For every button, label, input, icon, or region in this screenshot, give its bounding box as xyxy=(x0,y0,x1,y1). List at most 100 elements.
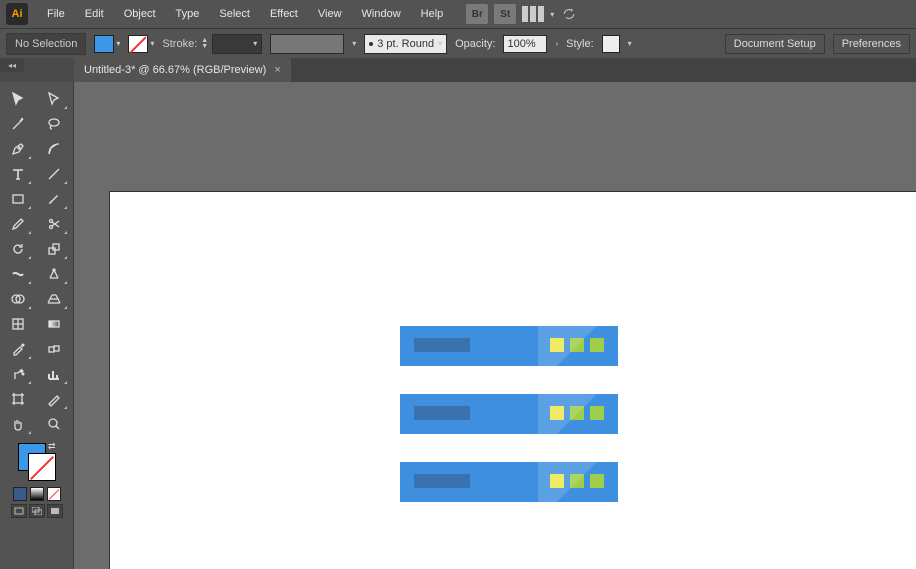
color-mode-row xyxy=(13,487,61,501)
stroke-weight-dropdown[interactable]: ▾ xyxy=(212,34,262,54)
stroke-weight-stepper[interactable]: ▲▼ xyxy=(201,38,208,50)
mesh-tool[interactable] xyxy=(4,313,32,335)
profile-dot-icon xyxy=(369,42,373,46)
lasso-tool[interactable] xyxy=(40,113,68,135)
blend-tool[interactable] xyxy=(40,338,68,360)
direct-selection-tool[interactable] xyxy=(40,88,68,110)
opacity-field[interactable]: 100% xyxy=(503,35,547,53)
column-graph-tool[interactable] xyxy=(40,363,68,385)
artwork-server-1[interactable] xyxy=(400,326,618,366)
opacity-value: 100% xyxy=(507,38,535,50)
menu-window[interactable]: Window xyxy=(353,3,410,25)
type-tool[interactable] xyxy=(4,163,32,185)
app-logo: Ai xyxy=(6,3,28,25)
selection-status: No Selection xyxy=(6,33,86,55)
zoom-tool[interactable] xyxy=(40,413,68,435)
warp-tool[interactable] xyxy=(40,263,68,285)
fill-stroke-control[interactable]: ⇄ xyxy=(16,441,58,483)
artwork-server-2[interactable] xyxy=(400,394,618,434)
variable-width-profile[interactable]: 3 pt. Round ▾ xyxy=(364,34,447,54)
menu-file[interactable]: File xyxy=(38,3,74,25)
artboard-tool[interactable] xyxy=(4,388,32,410)
preferences-button[interactable]: Preferences xyxy=(833,34,910,54)
scale-tool[interactable] xyxy=(40,238,68,260)
document-tab[interactable]: Untitled-3* @ 66.67% (RGB/Preview) × xyxy=(74,58,291,82)
arrange-documents-icon[interactable] xyxy=(522,6,544,22)
rectangle-tool[interactable] xyxy=(4,188,32,210)
rotate-tool[interactable] xyxy=(4,238,32,260)
menu-view[interactable]: View xyxy=(309,3,351,25)
paintbrush-tool[interactable] xyxy=(40,188,68,210)
slice-tool[interactable] xyxy=(40,388,68,410)
eyedropper-tool[interactable] xyxy=(4,338,32,360)
menu-type[interactable]: Type xyxy=(167,3,209,25)
fill-swatch[interactable] xyxy=(94,35,114,53)
width-tool[interactable] xyxy=(4,263,32,285)
bridge-badge[interactable]: Br xyxy=(466,4,488,24)
stroke-color-box[interactable] xyxy=(28,453,56,481)
artwork-server-3[interactable] xyxy=(400,462,618,502)
brush-dropdown-caret[interactable]: ▾ xyxy=(352,39,356,48)
fill-swatch-group: ▾ xyxy=(94,35,120,53)
close-tab-icon[interactable]: × xyxy=(274,64,280,76)
color-mode-solid[interactable] xyxy=(13,487,27,501)
fill-dropdown-caret[interactable]: ▾ xyxy=(116,39,120,48)
brush-definition-dropdown[interactable] xyxy=(270,34,344,54)
document-tab-title: Untitled-3* @ 66.67% (RGB/Preview) xyxy=(84,64,266,76)
canvas-area[interactable] xyxy=(74,82,916,569)
selection-tool[interactable] xyxy=(4,88,32,110)
symbol-sprayer-tool[interactable] xyxy=(4,363,32,385)
stroke-swatch-group: ▾ xyxy=(128,35,154,53)
server-highlight xyxy=(538,326,618,366)
opacity-label: Opacity: xyxy=(455,38,495,50)
stroke-weight-group: Stroke: ▲▼ ▾ xyxy=(162,34,262,54)
tools-panel: ⇄ xyxy=(0,82,74,569)
draw-normal-icon[interactable] xyxy=(11,504,27,518)
color-mode-none[interactable] xyxy=(47,487,61,501)
curvature-tool[interactable] xyxy=(40,138,68,160)
menu-edit[interactable]: Edit xyxy=(76,3,113,25)
screen-mode-row xyxy=(11,504,63,518)
server-highlight xyxy=(538,394,618,434)
menu-effect[interactable]: Effect xyxy=(261,3,307,25)
pencil-tool[interactable] xyxy=(4,213,32,235)
stroke-swatch[interactable] xyxy=(128,35,148,53)
menu-bar: Ai File Edit Object Type Select Effect V… xyxy=(0,0,916,28)
style-label: Style: xyxy=(566,38,594,50)
server-slot-icon xyxy=(414,474,470,488)
stroke-dropdown-caret[interactable]: ▾ xyxy=(150,39,154,48)
gpu-sync-icon[interactable] xyxy=(560,5,578,23)
opacity-dropdown-caret[interactable]: › xyxy=(555,39,558,48)
menubar-right-group: Br St ▾ xyxy=(466,4,578,24)
screen-mode-icon[interactable] xyxy=(47,504,63,518)
document-tab-bar: Untitled-3* @ 66.67% (RGB/Preview) × xyxy=(74,58,916,82)
color-mode-gradient[interactable] xyxy=(30,487,44,501)
magic-wand-tool[interactable] xyxy=(4,113,32,135)
draw-behind-icon[interactable] xyxy=(29,504,45,518)
profile-label: 3 pt. Round xyxy=(377,38,434,50)
main-area: ⇄ xyxy=(0,82,916,569)
arrange-dropdown-caret[interactable]: ▾ xyxy=(550,10,554,19)
menu-help[interactable]: Help xyxy=(412,3,453,25)
app-logo-text: Ai xyxy=(12,8,23,20)
line-tool[interactable] xyxy=(40,163,68,185)
tools-grid xyxy=(4,88,70,435)
graphic-style-swatch[interactable] xyxy=(602,35,620,53)
style-dropdown-caret[interactable]: ▾ xyxy=(628,39,632,48)
pen-tool[interactable] xyxy=(4,138,32,160)
menu-select[interactable]: Select xyxy=(210,3,259,25)
document-setup-button[interactable]: Document Setup xyxy=(725,34,825,54)
server-slot-icon xyxy=(414,338,470,352)
menu-object[interactable]: Object xyxy=(115,3,165,25)
stock-badge[interactable]: St xyxy=(494,4,516,24)
scissors-tool[interactable] xyxy=(40,213,68,235)
hand-tool[interactable] xyxy=(4,413,32,435)
stroke-label: Stroke: xyxy=(162,38,197,50)
artboard[interactable] xyxy=(110,192,916,569)
swap-fill-stroke-icon[interactable]: ⇄ xyxy=(48,441,56,452)
panel-collapse-toggle[interactable]: ◂◂ xyxy=(0,58,24,72)
control-bar: No Selection ▾ ▾ Stroke: ▲▼ ▾ ▾ 3 pt. Ro… xyxy=(0,28,916,58)
gradient-tool[interactable] xyxy=(40,313,68,335)
shape-builder-tool[interactable] xyxy=(4,288,32,310)
perspective-grid-tool[interactable] xyxy=(40,288,68,310)
